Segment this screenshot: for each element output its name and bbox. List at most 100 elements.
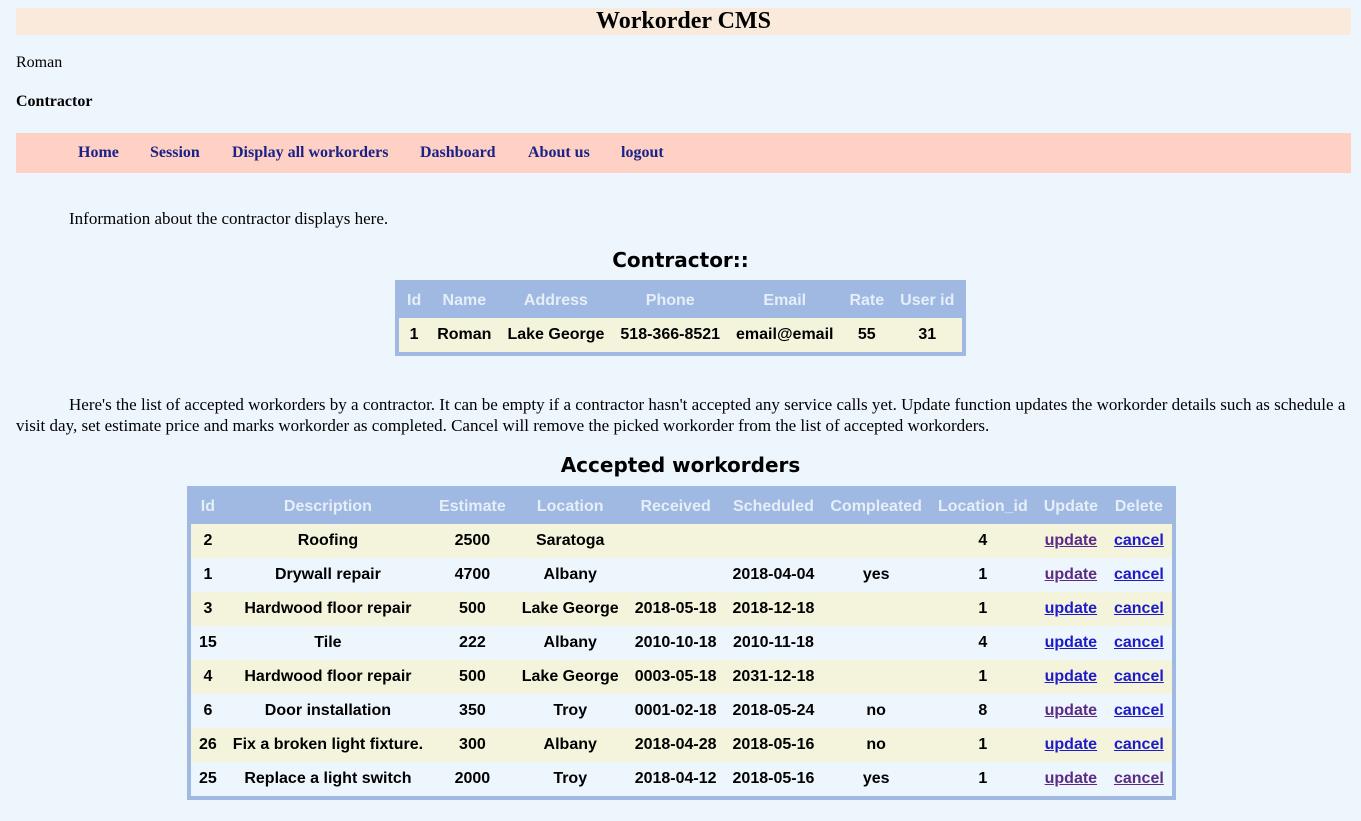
workorder-location: Lake George	[513, 660, 627, 694]
workorder-scheduled: 2018-04-04	[724, 558, 823, 592]
col-header: Received	[640, 498, 711, 515]
cancel-link[interactable]: cancel	[1114, 532, 1164, 549]
contractor-user-id: 31	[892, 318, 963, 352]
workorder-scheduled: 2018-05-16	[724, 728, 823, 762]
update-link[interactable]: update	[1045, 668, 1097, 685]
table-row: 15 Tile 222 Albany 2010-10-18 2010-11-18 4 upda…	[191, 626, 1172, 660]
col-header: Name	[442, 292, 487, 309]
contractor-name: Roman	[429, 318, 500, 352]
nav-session[interactable]: Session	[150, 133, 200, 173]
workorder-location-id: 4	[929, 626, 1036, 660]
workorder-location: Albany	[513, 558, 627, 592]
contractor-table: Id Name Address Phone Email Rate User id…	[395, 280, 967, 356]
cancel-link[interactable]: cancel	[1114, 702, 1164, 719]
workorder-description: Tile	[224, 626, 432, 660]
workorder-completed: no	[822, 694, 930, 728]
update-link[interactable]: update	[1045, 600, 1097, 617]
workorder-estimate: 300	[431, 728, 514, 762]
cancel-link[interactable]: cancel	[1114, 770, 1164, 787]
workorder-scheduled: 2010-11-18	[724, 626, 823, 660]
cancel-link[interactable]: cancel	[1114, 668, 1164, 685]
workorder-location-id: 1	[929, 660, 1036, 694]
app-title: Workorder CMS	[16, 8, 1351, 35]
workorder-id: 4	[191, 660, 225, 694]
cancel-link[interactable]: cancel	[1114, 634, 1164, 651]
contractor-address: Lake George	[499, 318, 613, 352]
workorder-received: 0003-05-18	[626, 660, 725, 694]
cancel-link[interactable]: cancel	[1114, 566, 1164, 583]
nav-logout[interactable]: logout	[621, 133, 664, 173]
workorder-estimate: 222	[431, 626, 514, 660]
table-row: 6 Door installation 350 Troy 0001-02-18 2018-…	[191, 694, 1172, 728]
workorder-location-id: 1	[929, 592, 1036, 626]
workorder-received	[626, 558, 725, 592]
col-header: Update	[1043, 498, 1098, 515]
main-nav: Home Session Display all workorders Dash…	[16, 133, 1351, 173]
delete-cell: cancel	[1105, 728, 1172, 762]
workorder-estimate: 2500	[431, 524, 514, 558]
workorder-id: 2	[191, 524, 225, 558]
workorder-estimate: 2000	[431, 762, 514, 796]
workorders-table: Id Description Estimate Location Receive…	[187, 486, 1176, 800]
contractor-rate: 55	[841, 318, 893, 352]
workorder-scheduled: 2031-12-18	[724, 660, 823, 694]
workorder-location: Troy	[513, 694, 627, 728]
nav-dashboard[interactable]: Dashboard	[420, 133, 496, 173]
workorder-completed: no	[822, 728, 930, 762]
col-header: Phone	[645, 292, 695, 309]
update-link[interactable]: update	[1045, 634, 1097, 651]
workorder-received: 2018-04-12	[626, 762, 725, 796]
workorder-location: Albany	[513, 728, 627, 762]
workorder-received: 2018-05-18	[626, 592, 725, 626]
nav-home[interactable]: Home	[78, 133, 119, 173]
workorder-description: Hardwood floor repair	[224, 660, 432, 694]
col-header: Estimate	[439, 498, 506, 515]
col-header: Location	[536, 498, 604, 515]
delete-cell: cancel	[1105, 524, 1172, 558]
update-link[interactable]: update	[1045, 532, 1097, 549]
workorder-scheduled: 2018-05-24	[724, 694, 823, 728]
workorder-scheduled: 2018-12-18	[724, 592, 823, 626]
update-cell: update	[1035, 558, 1106, 592]
update-link[interactable]: update	[1045, 736, 1097, 753]
cancel-link[interactable]: cancel	[1114, 736, 1164, 753]
col-header: Id	[407, 292, 422, 309]
workorder-location: Lake George	[513, 592, 627, 626]
workorder-received: 2010-10-18	[626, 626, 725, 660]
contractor-phone: 518-366-8521	[612, 318, 729, 352]
update-cell: update	[1035, 728, 1106, 762]
update-link[interactable]: update	[1045, 566, 1097, 583]
workorder-description: Door installation	[224, 694, 432, 728]
cancel-link[interactable]: cancel	[1114, 600, 1164, 617]
workorder-location-id: 1	[929, 762, 1036, 796]
col-header: Compleated	[830, 498, 922, 515]
delete-cell: cancel	[1105, 592, 1172, 626]
delete-cell: cancel	[1105, 694, 1172, 728]
workorder-id: 15	[191, 626, 225, 660]
workorder-id: 26	[191, 728, 225, 762]
table-row: 3 Hardwood floor repair 500 Lake George 2018…	[191, 592, 1172, 626]
delete-cell: cancel	[1105, 626, 1172, 660]
table-row: 25 Replace a light switch 2000 Troy 2018-04-…	[191, 762, 1172, 796]
workorder-scheduled	[724, 524, 823, 558]
workorder-completed	[822, 592, 930, 626]
col-header: Id	[200, 498, 215, 515]
contractor-email: email@email	[728, 318, 842, 352]
col-header: Description	[283, 498, 372, 515]
workorder-description: Drywall repair	[224, 558, 432, 592]
workorders-title: Accepted workorders	[560, 453, 801, 477]
workorder-estimate: 350	[431, 694, 514, 728]
update-link[interactable]: update	[1045, 702, 1097, 719]
update-link[interactable]: update	[1045, 770, 1097, 787]
workorder-received: 2018-04-28	[626, 728, 725, 762]
workorder-completed: yes	[822, 558, 930, 592]
workorder-received	[626, 524, 725, 558]
nav-all-workorders[interactable]: Display all workorders	[232, 133, 388, 173]
nav-about-us[interactable]: About us	[528, 133, 590, 173]
workorder-location-id: 1	[929, 728, 1036, 762]
col-header: Delete	[1114, 498, 1163, 515]
update-cell: update	[1035, 660, 1106, 694]
table-row: 1 Drywall repair 4700 Albany 2018-04-04 yes 1 u…	[191, 558, 1172, 592]
workorder-completed	[822, 660, 930, 694]
col-header: Location_id	[937, 498, 1028, 515]
